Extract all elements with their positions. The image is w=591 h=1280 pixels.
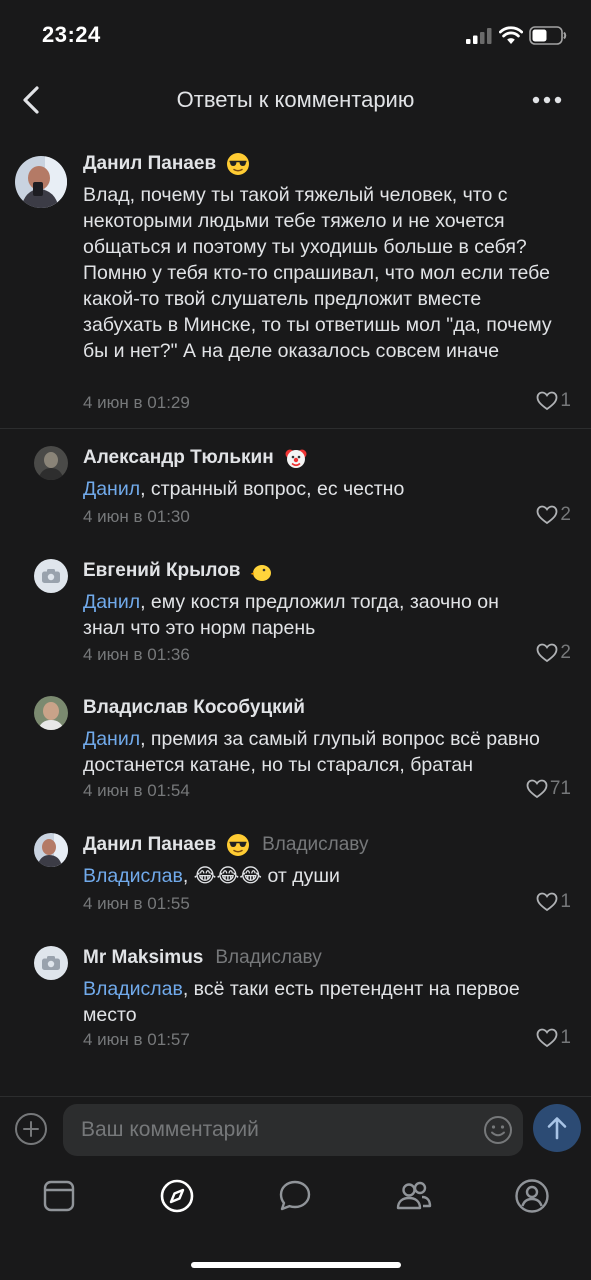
home-indicator <box>191 1262 401 1268</box>
reply-to-label[interactable]: Владиславу <box>262 834 368 856</box>
comment-text: , премия за самый глупый вопрос всё равн… <box>83 728 540 776</box>
mention-link[interactable]: Владислав <box>83 978 183 1000</box>
like-button[interactable]: 1 <box>536 390 571 412</box>
status-bar: 23:24 <box>0 0 591 70</box>
clown-face-emoji-icon <box>285 449 307 468</box>
avatar[interactable] <box>34 696 68 730</box>
avatar[interactable] <box>15 156 67 208</box>
mention-link[interactable]: Владислав <box>83 865 183 887</box>
messages-icon[interactable] <box>277 1178 313 1214</box>
mention-link[interactable]: Данил <box>83 728 140 750</box>
camera-placeholder-icon <box>42 956 60 970</box>
heart-icon <box>537 892 558 912</box>
tab-bar <box>0 1170 591 1226</box>
like-button[interactable]: 1 <box>536 1027 571 1049</box>
like-button[interactable]: 2 <box>536 642 571 664</box>
heart-icon <box>537 643 558 663</box>
like-count: 71 <box>549 778 571 799</box>
comment-text: Влад, почему ты такой тяжелый человек, ч… <box>83 184 552 362</box>
status-time: 23:24 <box>42 22 101 47</box>
avatar[interactable] <box>34 446 68 480</box>
comment-text: , ему костя предложил тогда, заочно он з… <box>83 591 499 639</box>
comment-date: 4 июн в 01:57 <box>83 1030 190 1049</box>
battery-icon <box>529 26 567 45</box>
comment-author[interactable]: Данил Панаев <box>83 834 216 856</box>
heart-icon <box>537 505 558 525</box>
comment-author[interactable]: Евгений Крылов <box>83 560 240 582</box>
mention-link[interactable]: Данил <box>83 591 140 613</box>
baby-chick-emoji-icon <box>250 565 272 581</box>
comment-author[interactable]: Александр Тюлькин <box>83 447 274 469</box>
cellular-signal-icon <box>466 28 492 44</box>
friends-icon[interactable] <box>396 1178 432 1214</box>
like-button[interactable]: 1 <box>536 891 571 913</box>
header: Ответы к комментарию <box>0 70 591 130</box>
like-count: 2 <box>560 642 571 663</box>
comment-date: 4 июн в 01:36 <box>83 645 190 664</box>
heart-icon <box>526 779 548 799</box>
like-button[interactable]: 71 <box>526 778 571 800</box>
comment-date: 4 июн в 01:55 <box>83 894 190 913</box>
heart-icon <box>537 1028 558 1048</box>
reply-to-label[interactable]: Владиславу <box>215 947 321 969</box>
add-attachment-icon[interactable] <box>14 1112 48 1146</box>
avatar[interactable] <box>34 559 68 593</box>
heart-icon <box>537 391 558 411</box>
send-button[interactable] <box>533 1104 581 1152</box>
cool-sunglasses-emoji-icon <box>227 153 250 175</box>
comment-date: 4 июн в 01:54 <box>83 781 190 800</box>
camera-placeholder-icon <box>42 569 60 583</box>
like-count: 1 <box>560 390 571 411</box>
discover-icon[interactable] <box>159 1178 195 1214</box>
comment-composer <box>0 1096 591 1162</box>
comment-date: 4 июн в 01:30 <box>83 507 190 526</box>
comment-author[interactable]: Mr Maksimus <box>83 947 203 969</box>
smile-icon[interactable] <box>483 1115 513 1145</box>
page-title: Ответы к комментарию <box>176 87 415 112</box>
like-count: 1 <box>560 1027 571 1048</box>
comment-text: , странный вопрос, ес честно <box>140 478 405 500</box>
comment-input-wrapper <box>63 1104 523 1156</box>
news-icon[interactable] <box>41 1178 77 1214</box>
wifi-icon <box>499 26 523 44</box>
cool-sunglasses-emoji-icon <box>227 834 250 856</box>
avatar[interactable] <box>34 833 68 867</box>
avatar[interactable] <box>34 946 68 980</box>
more-options-icon[interactable] <box>531 90 563 110</box>
comment-input[interactable] <box>81 1104 461 1156</box>
like-count: 1 <box>560 891 571 912</box>
arrow-up-icon <box>547 1117 567 1140</box>
divider <box>0 428 591 429</box>
comment-text: , 😂😂😂 от души <box>182 865 340 887</box>
comment-date: 4 июн в 01:29 <box>83 393 190 412</box>
like-count: 2 <box>560 504 571 525</box>
mention-link[interactable]: Данил <box>83 478 140 500</box>
comment-author[interactable]: Данил Панаев <box>83 153 216 175</box>
profile-icon[interactable] <box>514 1178 550 1214</box>
comment-author[interactable]: Владислав Кособуцкий <box>83 697 305 719</box>
like-button[interactable]: 2 <box>536 504 571 526</box>
